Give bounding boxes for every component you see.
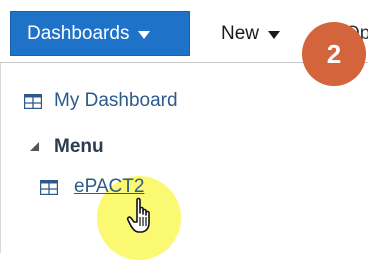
my-dashboard-link[interactable]: My Dashboard [24,88,178,114]
step-number-badge: 2 [302,22,366,86]
menu-section-heading[interactable]: Menu [30,135,104,159]
new-menu-label: New [221,22,260,44]
dashboard-grid-icon [40,179,58,195]
hand-pointer-cursor [126,197,150,233]
panel-border [0,63,1,253]
epact2-label: ePACT2 [74,176,145,197]
caret-down-icon [268,31,281,39]
caret-down-icon [138,31,151,39]
menu-heading-label: Menu [54,136,104,157]
new-menu-button[interactable]: New [221,11,281,56]
my-dashboard-label: My Dashboard [54,90,178,111]
dashboards-menu-button[interactable]: Dashboards [10,11,190,56]
dashboards-menu-label: Dashboards [27,22,130,44]
app-frame: Dashboards New Op My Dashboard Menu [0,0,368,260]
step-number: 2 [326,38,342,69]
dashboard-grid-icon [24,93,42,109]
expanded-triangle-icon [30,141,39,151]
